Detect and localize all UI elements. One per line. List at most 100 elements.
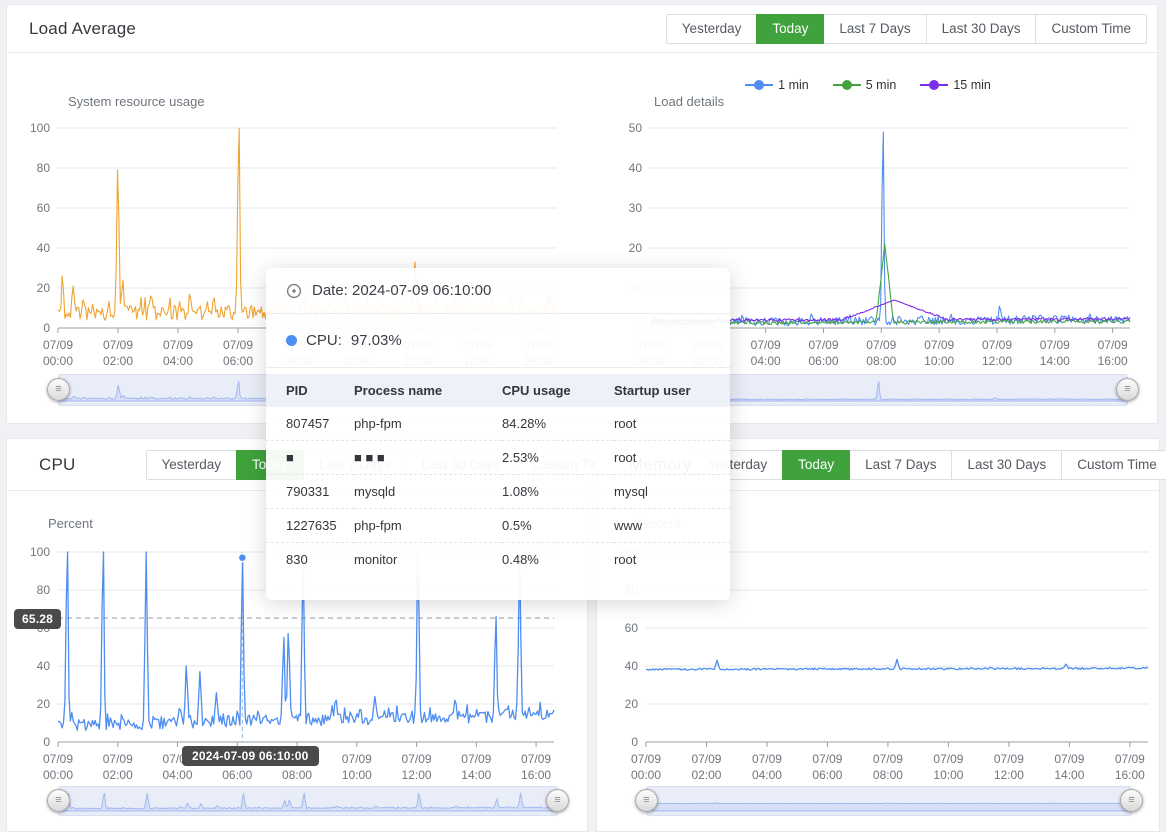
load-average-title: Load Average [29,19,136,39]
process-cell: 1.08% [502,475,614,509]
legend-item-5-min[interactable]: 5 min [833,78,897,92]
svg-text:08:00: 08:00 [873,768,903,782]
datazoom-handle-right[interactable]: ≡ [1116,378,1139,401]
process-cell: ■ [266,441,354,475]
svg-text:100: 100 [30,121,50,135]
memory-btn-custom-time[interactable]: Custom Time [1061,450,1166,480]
svg-text:02:00: 02:00 [691,768,721,782]
svg-text:16:00: 16:00 [1115,768,1145,782]
svg-text:00:00: 00:00 [631,768,661,782]
svg-text:07/09: 07/09 [933,752,963,766]
memory-datazoom-slider[interactable]: ≡≡ [646,786,1132,816]
svg-text:40: 40 [37,241,51,255]
svg-text:50: 50 [629,121,643,135]
process-cell: root [614,441,730,475]
svg-text:07/09: 07/09 [866,338,896,352]
load-average-btn-last-7-days[interactable]: Last 7 Days [823,14,926,44]
svg-text:07/09: 07/09 [461,752,491,766]
process-cell: 830 [266,543,354,577]
svg-text:80: 80 [37,161,51,175]
process-cell: monitor [354,543,502,577]
chart-tooltip: Date: 2024-07-09 06:10:00 CPU: 97.03% PI… [266,268,730,600]
svg-text:0: 0 [43,735,50,749]
svg-text:04:00: 04:00 [751,354,781,368]
svg-text:Load details: Load details [654,94,725,109]
average-line-label: 65.28 [14,609,61,629]
load-average-btn-last-30-days[interactable]: Last 30 Days [926,14,1037,44]
svg-text:07/09: 07/09 [1098,338,1128,352]
process-table-header-row: PIDProcess nameCPU usageStartup user [266,374,730,407]
process-cell: 0.5% [502,509,614,543]
load-average-header: Load Average YesterdayTodayLast 7 DaysLa… [7,5,1157,53]
svg-text:Percent: Percent [48,516,93,531]
datazoom-handle-right[interactable]: ≡ [1120,789,1143,812]
process-cell: www [614,509,730,543]
svg-text:14:00: 14:00 [461,768,491,782]
legend-line-icon [833,79,861,91]
datazoom-handle-left[interactable]: ≡ [635,789,658,812]
svg-text:20: 20 [37,281,51,295]
memory-btn-today[interactable]: Today [782,450,850,480]
cpu-btn-yesterday[interactable]: Yesterday [146,450,238,480]
svg-text:40: 40 [629,161,643,175]
datazoom-handle-right[interactable]: ≡ [546,789,569,812]
process-row: 1227635php-fpm0.5%www [266,509,730,543]
svg-text:04:00: 04:00 [163,354,193,368]
process-col-cpu-usage: CPU usage [502,374,614,407]
cpu-datazoom-slider[interactable]: ≡≡ [58,786,558,816]
process-table: PIDProcess nameCPU usageStartup user 807… [266,374,730,576]
datazoom-handle-left[interactable]: ≡ [47,789,70,812]
process-row: 830monitor0.48%root [266,543,730,577]
svg-text:20: 20 [37,697,51,711]
legend-item-15-min[interactable]: 15 min [920,78,991,92]
svg-text:07/09: 07/09 [691,752,721,766]
svg-text:40: 40 [625,659,639,673]
memory-btn-last-30-days[interactable]: Last 30 Days [951,450,1062,480]
svg-text:06:00: 06:00 [223,354,253,368]
svg-text:06:00: 06:00 [222,768,252,782]
process-cell: php-fpm [354,509,502,543]
load-average-btn-today[interactable]: Today [756,14,824,44]
legend-label: 5 min [866,78,897,92]
svg-text:07/09: 07/09 [43,338,73,352]
clock-icon [286,283,302,299]
svg-text:00:00: 00:00 [43,354,73,368]
svg-text:07/09: 07/09 [342,752,372,766]
svg-text:07/09: 07/09 [402,752,432,766]
svg-text:04:00: 04:00 [752,768,782,782]
svg-text:20: 20 [629,241,643,255]
svg-text:07/09: 07/09 [43,752,73,766]
svg-text:06:00: 06:00 [812,768,842,782]
svg-text:04:00: 04:00 [163,768,193,782]
svg-text:10:00: 10:00 [924,354,954,368]
legend-line-icon [920,79,948,91]
process-cell: ■ ■ ■ [354,441,502,475]
process-row: 807457php-fpm84.28%root [266,407,730,441]
legend-label: 1 min [778,78,809,92]
process-cell: root [614,407,730,441]
memory-btn-last-7-days[interactable]: Last 7 Days [849,450,952,480]
datazoom-handle-left[interactable]: ≡ [47,378,70,401]
svg-text:02:00: 02:00 [103,354,133,368]
svg-text:07/09: 07/09 [751,338,781,352]
svg-text:12:00: 12:00 [402,768,432,782]
legend-label: 15 min [953,78,991,92]
svg-text:07/09: 07/09 [163,338,193,352]
process-cell: root [614,543,730,577]
tooltip-date-row: Date: 2024-07-09 06:10:00 [266,268,730,314]
legend-item-1-min[interactable]: 1 min [745,78,809,92]
process-cell: 1227635 [266,509,354,543]
svg-text:08:00: 08:00 [282,768,312,782]
svg-text:10:00: 10:00 [342,768,372,782]
load-average-btn-custom-time[interactable]: Custom Time [1035,14,1147,44]
svg-text:10:00: 10:00 [933,768,963,782]
process-row: 790331mysqld1.08%mysql [266,475,730,509]
svg-text:06:00: 06:00 [808,354,838,368]
svg-text:30: 30 [629,201,643,215]
svg-text:60: 60 [37,201,51,215]
tooltip-date-text: Date: 2024-07-09 06:10:00 [312,282,491,299]
tooltip-cpu-value: 97.03% [351,332,402,349]
process-cell: mysql [614,475,730,509]
svg-text:16:00: 16:00 [521,768,551,782]
load-average-btn-yesterday[interactable]: Yesterday [666,14,758,44]
